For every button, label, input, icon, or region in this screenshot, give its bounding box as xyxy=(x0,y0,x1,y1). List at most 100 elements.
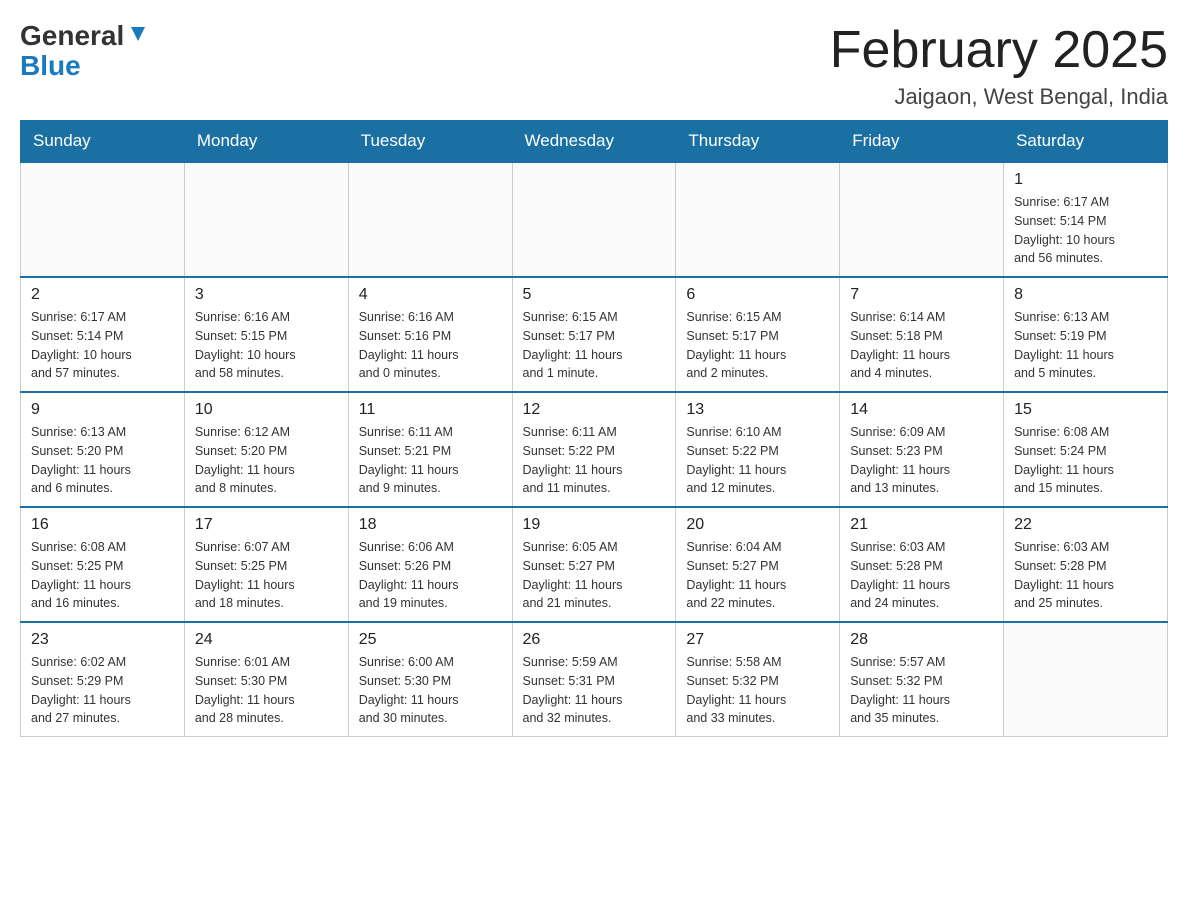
day-info: Sunrise: 6:03 AM Sunset: 5:28 PM Dayligh… xyxy=(1014,538,1157,613)
table-row: 18 Sunrise: 6:06 AM Sunset: 5:26 PM Dayli… xyxy=(348,507,512,622)
day-info: Sunrise: 6:14 AM Sunset: 5:18 PM Dayligh… xyxy=(850,308,993,383)
day-number: 12 xyxy=(523,401,666,419)
table-row xyxy=(840,162,1004,277)
header-saturday: Saturday xyxy=(1004,121,1168,163)
day-info: Sunrise: 5:58 AM Sunset: 5:32 PM Dayligh… xyxy=(686,653,829,728)
day-number: 8 xyxy=(1014,286,1157,304)
day-number: 11 xyxy=(359,401,502,419)
day-number: 6 xyxy=(686,286,829,304)
day-number: 20 xyxy=(686,516,829,534)
table-row: 17 Sunrise: 6:07 AM Sunset: 5:25 PM Dayli… xyxy=(184,507,348,622)
day-number: 3 xyxy=(195,286,338,304)
day-info: Sunrise: 6:11 AM Sunset: 5:22 PM Dayligh… xyxy=(523,423,666,498)
table-row: 28 Sunrise: 5:57 AM Sunset: 5:32 PM Dayli… xyxy=(840,622,1004,737)
day-info: Sunrise: 6:17 AM Sunset: 5:14 PM Dayligh… xyxy=(1014,193,1157,268)
table-row: 5 Sunrise: 6:15 AM Sunset: 5:17 PM Daylig… xyxy=(512,277,676,392)
day-number: 23 xyxy=(31,631,174,649)
day-info: Sunrise: 6:15 AM Sunset: 5:17 PM Dayligh… xyxy=(523,308,666,383)
table-row: 15 Sunrise: 6:08 AM Sunset: 5:24 PM Dayli… xyxy=(1004,392,1168,507)
day-info: Sunrise: 6:09 AM Sunset: 5:23 PM Dayligh… xyxy=(850,423,993,498)
day-number: 10 xyxy=(195,401,338,419)
table-row: 13 Sunrise: 6:10 AM Sunset: 5:22 PM Dayli… xyxy=(676,392,840,507)
day-info: Sunrise: 6:15 AM Sunset: 5:17 PM Dayligh… xyxy=(686,308,829,383)
calendar-table: Sunday Monday Tuesday Wednesday Thursday… xyxy=(20,120,1168,737)
day-number: 26 xyxy=(523,631,666,649)
day-number: 4 xyxy=(359,286,502,304)
day-number: 27 xyxy=(686,631,829,649)
table-row: 12 Sunrise: 6:11 AM Sunset: 5:22 PM Dayli… xyxy=(512,392,676,507)
day-number: 25 xyxy=(359,631,502,649)
table-row xyxy=(184,162,348,277)
table-row: 10 Sunrise: 6:12 AM Sunset: 5:20 PM Dayli… xyxy=(184,392,348,507)
day-number: 19 xyxy=(523,516,666,534)
day-number: 1 xyxy=(1014,171,1157,189)
day-info: Sunrise: 6:13 AM Sunset: 5:20 PM Dayligh… xyxy=(31,423,174,498)
week-row-3: 16Sunrise: 6:08 AM Sunset: 5:25 PM Dayli… xyxy=(21,507,1168,622)
week-row-1: 2Sunrise: 6:17 AM Sunset: 5:14 PM Daylig… xyxy=(21,277,1168,392)
table-row: 20 Sunrise: 6:04 AM Sunset: 5:27 PM Dayli… xyxy=(676,507,840,622)
table-row: 21 Sunrise: 6:03 AM Sunset: 5:28 PM Dayli… xyxy=(840,507,1004,622)
day-info: Sunrise: 6:16 AM Sunset: 5:15 PM Dayligh… xyxy=(195,308,338,383)
header-monday: Monday xyxy=(184,121,348,163)
weekday-header-row: Sunday Monday Tuesday Wednesday Thursday… xyxy=(21,121,1168,163)
table-row: 26 Sunrise: 5:59 AM Sunset: 5:31 PM Dayli… xyxy=(512,622,676,737)
day-info: Sunrise: 6:02 AM Sunset: 5:29 PM Dayligh… xyxy=(31,653,174,728)
day-number: 7 xyxy=(850,286,993,304)
page-header: General Blue February 2025 Jaigaon, West… xyxy=(20,20,1168,110)
header-tuesday: Tuesday xyxy=(348,121,512,163)
day-info: Sunrise: 6:00 AM Sunset: 5:30 PM Dayligh… xyxy=(359,653,502,728)
logo: General Blue xyxy=(20,20,149,82)
calendar-subtitle: Jaigaon, West Bengal, India xyxy=(830,84,1168,110)
day-info: Sunrise: 6:11 AM Sunset: 5:21 PM Dayligh… xyxy=(359,423,502,498)
table-row: 2Sunrise: 6:17 AM Sunset: 5:14 PM Daylig… xyxy=(21,277,185,392)
table-row: 25 Sunrise: 6:00 AM Sunset: 5:30 PM Dayli… xyxy=(348,622,512,737)
day-number: 16 xyxy=(31,516,174,534)
day-info: Sunrise: 6:03 AM Sunset: 5:28 PM Dayligh… xyxy=(850,538,993,613)
table-row: 27 Sunrise: 5:58 AM Sunset: 5:32 PM Dayli… xyxy=(676,622,840,737)
day-info: Sunrise: 6:04 AM Sunset: 5:27 PM Dayligh… xyxy=(686,538,829,613)
table-row: 23 Sunrise: 6:02 AM Sunset: 5:29 PM Dayli… xyxy=(21,622,185,737)
day-info: Sunrise: 6:17 AM Sunset: 5:14 PM Dayligh… xyxy=(31,308,174,383)
day-info: Sunrise: 5:57 AM Sunset: 5:32 PM Dayligh… xyxy=(850,653,993,728)
table-row: 8 Sunrise: 6:13 AM Sunset: 5:19 PM Daylig… xyxy=(1004,277,1168,392)
table-row: 16Sunrise: 6:08 AM Sunset: 5:25 PM Dayli… xyxy=(21,507,185,622)
day-info: Sunrise: 6:10 AM Sunset: 5:22 PM Dayligh… xyxy=(686,423,829,498)
logo-blue-text: Blue xyxy=(20,50,81,81)
table-row xyxy=(1004,622,1168,737)
day-info: Sunrise: 6:16 AM Sunset: 5:16 PM Dayligh… xyxy=(359,308,502,383)
day-number: 5 xyxy=(523,286,666,304)
header-wednesday: Wednesday xyxy=(512,121,676,163)
table-row: 11 Sunrise: 6:11 AM Sunset: 5:21 PM Dayli… xyxy=(348,392,512,507)
day-number: 14 xyxy=(850,401,993,419)
title-block: February 2025 Jaigaon, West Bengal, Indi… xyxy=(830,20,1168,110)
day-info: Sunrise: 6:07 AM Sunset: 5:25 PM Dayligh… xyxy=(195,538,338,613)
header-friday: Friday xyxy=(840,121,1004,163)
table-row: 9Sunrise: 6:13 AM Sunset: 5:20 PM Daylig… xyxy=(21,392,185,507)
day-number: 18 xyxy=(359,516,502,534)
day-number: 21 xyxy=(850,516,993,534)
table-row: 6 Sunrise: 6:15 AM Sunset: 5:17 PM Daylig… xyxy=(676,277,840,392)
logo-general-text: General xyxy=(20,20,124,52)
day-number: 24 xyxy=(195,631,338,649)
day-info: Sunrise: 6:06 AM Sunset: 5:26 PM Dayligh… xyxy=(359,538,502,613)
week-row-0: 1 Sunrise: 6:17 AM Sunset: 5:14 PM Daylig… xyxy=(21,162,1168,277)
day-number: 17 xyxy=(195,516,338,534)
day-number: 13 xyxy=(686,401,829,419)
day-info: Sunrise: 6:12 AM Sunset: 5:20 PM Dayligh… xyxy=(195,423,338,498)
table-row xyxy=(348,162,512,277)
day-info: Sunrise: 6:08 AM Sunset: 5:24 PM Dayligh… xyxy=(1014,423,1157,498)
day-number: 15 xyxy=(1014,401,1157,419)
table-row: 1 Sunrise: 6:17 AM Sunset: 5:14 PM Daylig… xyxy=(1004,162,1168,277)
week-row-4: 23 Sunrise: 6:02 AM Sunset: 5:29 PM Dayli… xyxy=(21,622,1168,737)
header-sunday: Sunday xyxy=(21,121,185,163)
calendar-title: February 2025 xyxy=(830,20,1168,80)
day-info: Sunrise: 6:01 AM Sunset: 5:30 PM Dayligh… xyxy=(195,653,338,728)
day-info: Sunrise: 6:13 AM Sunset: 5:19 PM Dayligh… xyxy=(1014,308,1157,383)
table-row xyxy=(676,162,840,277)
table-row: 19Sunrise: 6:05 AM Sunset: 5:27 PM Dayli… xyxy=(512,507,676,622)
day-info: Sunrise: 5:59 AM Sunset: 5:31 PM Dayligh… xyxy=(523,653,666,728)
table-row: 14 Sunrise: 6:09 AM Sunset: 5:23 PM Dayli… xyxy=(840,392,1004,507)
day-number: 28 xyxy=(850,631,993,649)
table-row: 4 Sunrise: 6:16 AM Sunset: 5:16 PM Daylig… xyxy=(348,277,512,392)
header-thursday: Thursday xyxy=(676,121,840,163)
